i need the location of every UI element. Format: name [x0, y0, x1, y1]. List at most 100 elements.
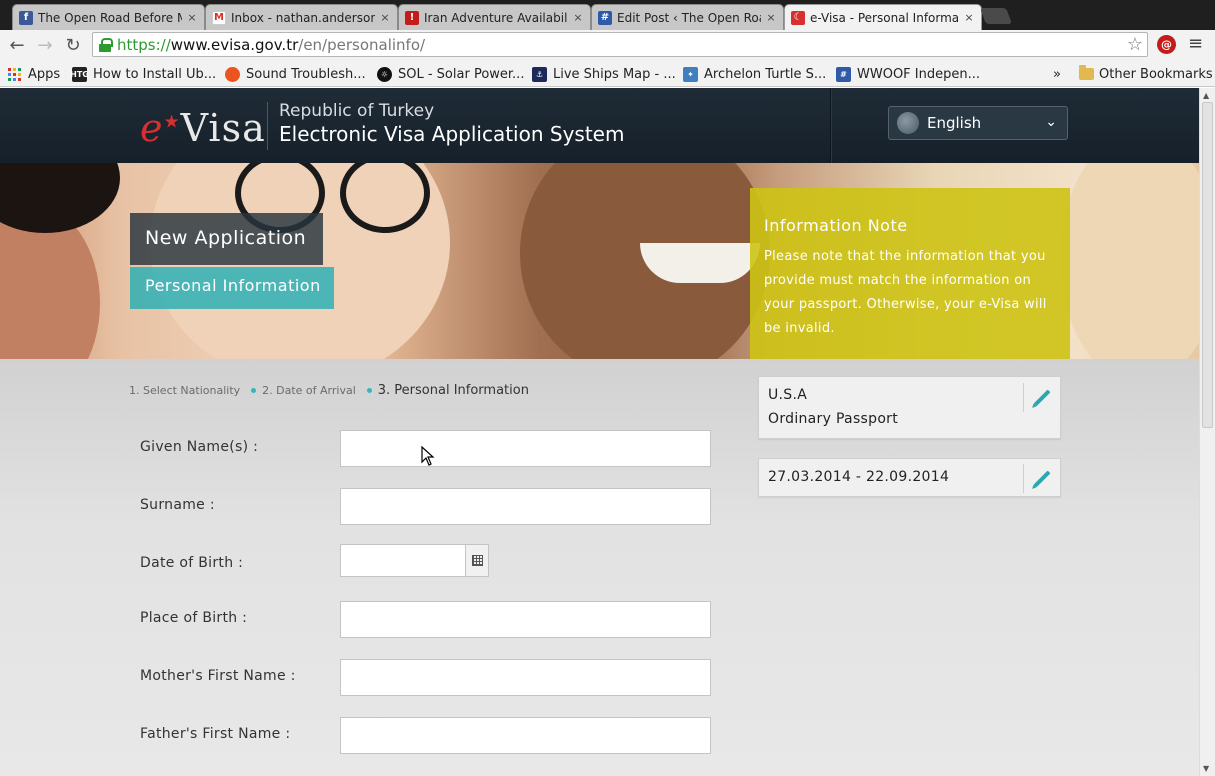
hero-photo-face: [1060, 163, 1199, 359]
bookmark-sound[interactable]: Sound Troublesh...: [225, 64, 366, 84]
tab-title: Iran Adventure Availabilit: [424, 10, 568, 25]
header-subtitle: Republic of Turkey: [279, 101, 435, 121]
step-date-of-arrival[interactable]: 2. Date of Arrival: [262, 384, 356, 397]
chevron-down-icon: ⌄: [1045, 114, 1057, 130]
date-of-birth-input[interactable]: [340, 544, 489, 577]
ship-icon: ⚓: [532, 66, 547, 82]
tab-gmail-inbox[interactable]: M Inbox - nathan.anderson8 ×: [205, 4, 398, 30]
scroll-down-icon[interactable]: ▼: [1203, 764, 1209, 773]
other-bookmarks-label: Other Bookmarks: [1099, 66, 1213, 82]
pencil-icon: [1033, 470, 1051, 487]
scroll-thumb[interactable]: [1202, 102, 1213, 428]
bookmark-label: Apps: [28, 66, 61, 82]
progress-steps: 1. Select Nationality 2. Date of Arrival…: [129, 383, 529, 398]
page-scrollbar[interactable]: ▲ ▼: [1199, 88, 1215, 776]
globe-icon: [897, 112, 919, 134]
mothers-first-name-input[interactable]: [340, 659, 711, 696]
tab-close-icon[interactable]: ×: [765, 11, 777, 24]
bookmark-label: How to Install Ub...: [93, 66, 217, 82]
calendar-button[interactable]: [465, 545, 488, 576]
new-application-badge: New Application: [130, 213, 323, 265]
web-page: e★Visa Republic of Turkey Electronic Vis…: [0, 88, 1199, 776]
tab-iran-adventure[interactable]: ! Iran Adventure Availabilit ×: [398, 4, 591, 30]
pencil-icon: [1033, 389, 1051, 406]
language-value: English: [927, 114, 982, 132]
header-divider: [830, 88, 832, 163]
grid-icon: #: [598, 10, 612, 25]
bookmark-star-icon[interactable]: ☆: [1127, 34, 1143, 55]
fathers-first-name-label: Father's First Name :: [140, 726, 291, 742]
calendar-icon: [471, 555, 483, 566]
given-names-input[interactable]: [340, 430, 711, 467]
bookmark-label: SOL - Solar Power...: [398, 66, 525, 82]
tab-title: The Open Road Before M: [38, 10, 182, 25]
header-title: Electronic Visa Application System: [279, 122, 625, 146]
fathers-first-name-input[interactable]: [340, 717, 711, 754]
apps-grid-icon: [8, 67, 21, 81]
bookmark-apps[interactable]: Apps: [8, 64, 60, 84]
form-content: 1. Select Nationality 2. Date of Arrival…: [0, 359, 1199, 776]
tab-title: Inbox - nathan.anderson8: [231, 10, 375, 25]
bookmark-archelon[interactable]: ✦ Archelon Turtle S...: [683, 64, 826, 84]
information-note-title: Information Note: [764, 216, 908, 235]
passport-type-value: Ordinary Passport: [768, 411, 899, 427]
evisa-icon: ☾: [791, 10, 805, 25]
site-header: e★Visa Republic of Turkey Electronic Vis…: [0, 88, 1199, 163]
surname-input[interactable]: [340, 488, 711, 525]
tab-edit-post[interactable]: # Edit Post ‹ The Open Roa ×: [591, 4, 784, 30]
forward-arrow-icon[interactable]: →: [33, 33, 57, 57]
nationality-value: U.S.A: [768, 387, 808, 403]
browser-menu-icon[interactable]: ≡: [1188, 33, 1203, 54]
bookmark-wwoof[interactable]: # WWOOF Indepen...: [836, 64, 980, 84]
bookmark-label: Live Ships Map - ...: [553, 66, 676, 82]
url-host: www.evisa.gov.tr: [170, 35, 299, 54]
bookmark-ships[interactable]: ⚓ Live Ships Map - ...: [532, 64, 676, 84]
other-bookmarks[interactable]: Other Bookmarks: [1079, 64, 1213, 84]
information-note-text: Please note that the information that yo…: [764, 249, 1047, 336]
facebook-icon: f: [19, 10, 33, 25]
hero-banner: New Application Personal Information Inf…: [0, 163, 1199, 359]
folder-icon: [1079, 65, 1094, 80]
url-path: /en/personalinfo/: [298, 35, 426, 54]
tab-close-icon[interactable]: ×: [379, 11, 391, 24]
travel-dates-summary-card: 27.03.2014 - 22.09.2014: [758, 458, 1061, 497]
bookmark-label: Sound Troublesh...: [246, 66, 366, 82]
address-bar[interactable]: https://www.evisa.gov.tr/en/personalinfo…: [92, 32, 1148, 57]
ubuntu-icon: [225, 66, 240, 82]
browser-tab-strip: f The Open Road Before M × M Inbox - nat…: [0, 0, 1215, 30]
bookmark-sol[interactable]: ☼ SOL - Solar Power...: [377, 64, 524, 84]
evisa-logo[interactable]: e★Visa: [140, 106, 266, 150]
lock-icon: [99, 37, 113, 52]
information-note: Information Note Please note that the in…: [750, 188, 1070, 359]
place-of-birth-label: Place of Birth :: [140, 610, 248, 626]
edit-travel-dates-button[interactable]: [1023, 464, 1060, 493]
date-of-birth-label: Date of Birth :: [140, 555, 244, 571]
tab-title: e-Visa - Personal Informat: [810, 10, 959, 25]
edit-nationality-button[interactable]: [1023, 383, 1060, 412]
back-arrow-icon[interactable]: ←: [5, 33, 29, 57]
new-tab-button[interactable]: [980, 8, 1012, 24]
browser-toolbar: ← → ↻ https://www.evisa.gov.tr/en/person…: [0, 30, 1215, 60]
bookmarks-bar: Apps HTG How to Install Ub... Sound Trou…: [0, 60, 1215, 87]
tab-close-icon[interactable]: ×: [963, 11, 975, 24]
step-select-nationality[interactable]: 1. Select Nationality: [129, 384, 240, 397]
bookmark-label: Archelon Turtle S...: [704, 66, 827, 82]
step-separator-dot: [251, 388, 257, 393]
tab-close-icon[interactable]: ×: [572, 11, 584, 24]
htg-icon: HTG: [70, 66, 89, 82]
tab-close-icon[interactable]: ×: [186, 11, 198, 24]
tab-open-road-facebook[interactable]: f The Open Road Before M ×: [12, 4, 205, 30]
travel-dates-value: 27.03.2014 - 22.09.2014: [768, 469, 950, 485]
extension-stop-icon[interactable]: @: [1157, 35, 1176, 54]
bookmark-label: WWOOF Indepen...: [857, 66, 980, 82]
bookmarks-overflow-button[interactable]: »: [1053, 64, 1061, 84]
grid-icon: #: [836, 66, 851, 82]
reload-icon[interactable]: ↻: [61, 33, 85, 57]
tab-title: Edit Post ‹ The Open Roa: [617, 10, 761, 25]
place-of-birth-input[interactable]: [340, 601, 711, 638]
bookmark-htg[interactable]: HTG How to Install Ub...: [70, 64, 217, 84]
scroll-up-icon[interactable]: ▲: [1203, 91, 1209, 100]
hero-photo-hair: [0, 163, 120, 233]
language-select[interactable]: English ⌄: [888, 106, 1068, 140]
tab-evisa-personal-info[interactable]: ☾ e-Visa - Personal Informat ×: [784, 4, 982, 30]
